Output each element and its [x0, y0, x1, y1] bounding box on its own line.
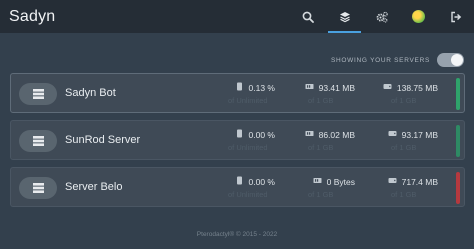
server-row[interactable]: Sadyn Bot 0.13 % of Unlimited 93.41 MB of 1 … — [10, 73, 465, 113]
search-button[interactable] — [289, 0, 326, 33]
logout-button[interactable] — [437, 0, 474, 33]
disk-limit: of 1 GB — [391, 143, 417, 152]
top-nav — [289, 0, 474, 33]
server-row[interactable]: Server Belo 0.00 % of Unlimited 0 Bytes of 1… — [10, 167, 465, 207]
disk-icon — [388, 176, 397, 187]
cpu-usage: 0.00 % — [248, 129, 275, 140]
server-name[interactable]: Server Belo — [65, 181, 122, 193]
footer-copyright: Pterodactyl® © 2015 - 2022 — [196, 231, 278, 238]
server-icon — [19, 83, 57, 105]
server-filter-toggle-row: SHOWING YOUR SERVERS — [331, 53, 464, 67]
server-cpu-stat: 0.00 % of Unlimited — [213, 176, 275, 199]
server-memory-stat: 86.02 MB of 1 GB — [293, 129, 355, 152]
admin-settings-button[interactable] — [363, 0, 400, 33]
disk-icon — [383, 82, 392, 93]
cpu-limit: of Unlimited — [228, 143, 268, 152]
disk-usage: 717.4 MB — [401, 176, 438, 187]
server-memory-stat: 0 Bytes of 1 GB — [293, 176, 355, 200]
memory-usage: 93.41 MB — [318, 82, 355, 93]
toggle-label: SHOWING YOUR SERVERS — [331, 56, 430, 64]
cpu-icon — [235, 129, 244, 140]
search-icon — [302, 11, 314, 23]
disk-usage: 138.75 MB — [396, 82, 438, 93]
server-cpu-stat: 0.00 % of Unlimited — [213, 129, 275, 152]
memory-usage: 86.02 MB — [318, 129, 355, 140]
server-disk-stat: 93.17 MB of 1 GB — [376, 129, 438, 152]
status-indicator — [456, 78, 460, 110]
status-indicator — [456, 125, 460, 157]
account-button[interactable] — [400, 0, 437, 33]
memory-limit: of 1 GB — [308, 96, 334, 105]
memory-limit: of 1 GB — [308, 190, 334, 199]
disk-limit: of 1 GB — [391, 96, 417, 105]
cpu-usage: 0.00 % — [248, 176, 275, 187]
server-icon — [19, 130, 57, 152]
logout-icon — [450, 11, 461, 22]
app-title[interactable]: Sadyn — [9, 8, 55, 26]
memory-icon — [305, 129, 314, 140]
server-name[interactable]: Sadyn Bot — [65, 87, 116, 99]
cpu-usage: 0.13 % — [248, 82, 275, 93]
memory-icon — [313, 176, 322, 187]
avatar — [412, 10, 425, 23]
cpu-icon — [235, 82, 244, 93]
server-icon — [19, 177, 57, 199]
disk-limit: of 1 GB — [391, 190, 417, 199]
cpu-limit: of Unlimited — [228, 190, 268, 199]
layers-icon — [339, 11, 350, 22]
server-memory-stat: 93.41 MB of 1 GB — [293, 82, 355, 105]
server-disk-stat: 138.75 MB of 1 GB — [376, 82, 438, 105]
cpu-limit: of Unlimited — [228, 96, 268, 105]
memory-limit: of 1 GB — [308, 143, 334, 152]
toggle-knob — [451, 54, 463, 66]
disk-icon — [388, 129, 397, 140]
servers-nav-button[interactable] — [326, 0, 363, 33]
top-bar: Sadyn — [0, 0, 474, 33]
show-my-servers-toggle[interactable] — [437, 53, 464, 67]
server-cpu-stat: 0.13 % of Unlimited — [213, 82, 275, 105]
cogs-icon — [376, 11, 388, 23]
server-name[interactable]: SunRod Server — [65, 134, 140, 146]
memory-usage: 0 Bytes — [326, 176, 355, 187]
memory-icon — [305, 82, 314, 93]
server-row[interactable]: SunRod Server 0.00 % of Unlimited 86.02 MB o… — [10, 120, 465, 160]
status-indicator — [456, 172, 460, 204]
cpu-icon — [235, 176, 244, 187]
disk-usage: 93.17 MB — [401, 129, 438, 140]
server-disk-stat: 717.4 MB of 1 GB — [376, 176, 438, 199]
